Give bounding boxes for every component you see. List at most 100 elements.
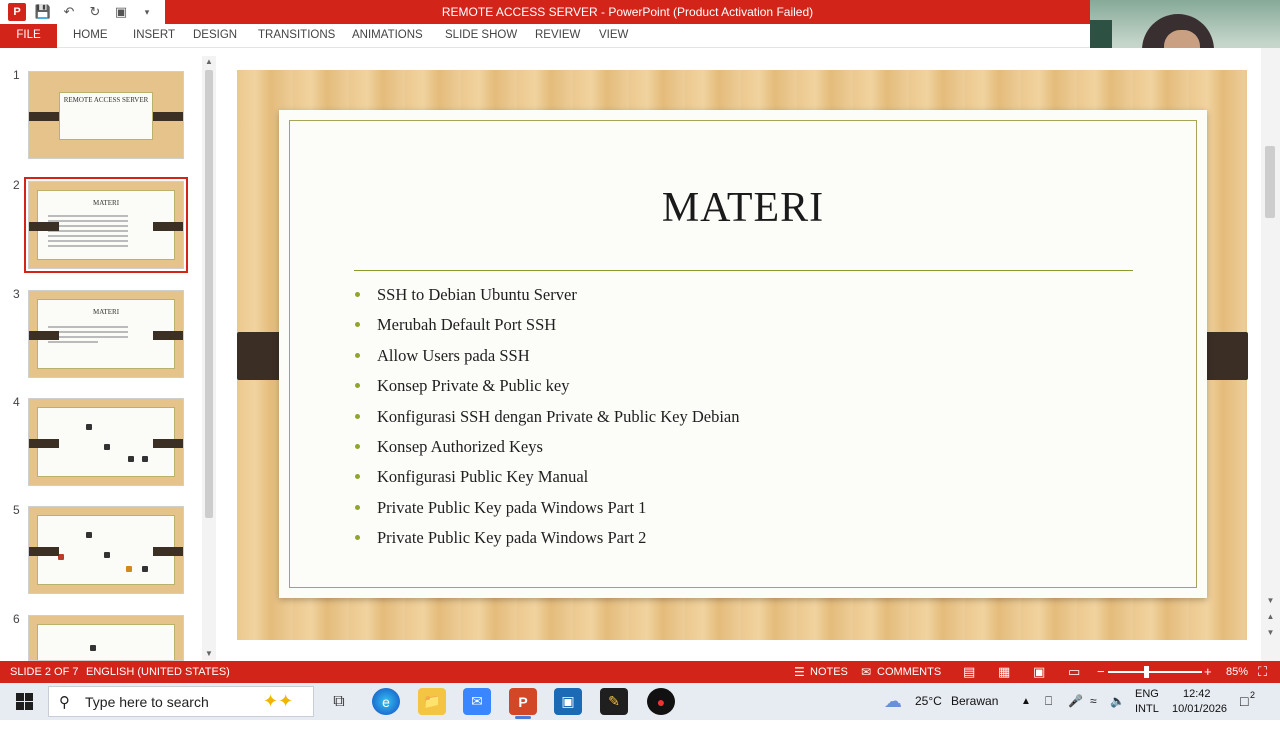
canvas-scrollbar[interactable]: ▼ ▲ ▼ [1261,48,1280,661]
task-view-icon[interactable]: ⧉ [325,688,353,715]
tab-insert[interactable]: INSERT [133,24,175,48]
thumbnail-frame [37,624,175,660]
zoom-in-button[interactable]: + [1204,661,1212,683]
thumbnail-text-lines [48,326,128,346]
zoom-slider-handle[interactable] [1144,666,1149,678]
thumbnail-number: 4 [13,395,20,409]
language-indicator[interactable]: ENGLISH (UNITED STATES) [86,661,230,683]
notes-icon[interactable]: ☰ [794,661,805,683]
thumbnail-server-icon [104,444,110,450]
slide-thumbnail-6[interactable] [28,615,184,661]
scroll-down-arrow-icon[interactable]: ▼ [202,648,216,660]
clock-date[interactable]: 10/01/2026 [1172,702,1227,739]
thumbnails-scroll-thumb[interactable] [205,70,213,518]
tab-slide-show[interactable]: SLIDE SHOW [445,24,517,48]
tray-chevron-icon[interactable]: ▲ [1021,683,1031,720]
bullet-item: Konsep Authorized Keys [354,432,739,462]
next-slide-icon[interactable]: ▼ [1264,626,1277,639]
weather-description[interactable]: Berawan [951,683,998,720]
thumbnail-band [153,112,183,121]
bullet-item: Konfigurasi Public Key Manual [354,462,739,492]
title-bar: P 💾 ↶ ↻ ▣ ▾ REMOTE ACCESS SERVER - Power… [0,0,1280,24]
windows-taskbar: ⚲ Type here to search ✦✦ ⧉ e 📁 ✉ P ▣ ✎ ●… [0,683,1280,720]
slide-title[interactable]: MATERI [279,184,1207,232]
recorder-app-icon[interactable]: ● [647,688,675,715]
thumbnail-number: 5 [13,503,20,517]
weather-temperature[interactable]: 25°C [915,683,942,720]
scroll-up-arrow-icon[interactable]: ▲ [202,56,216,68]
tab-animations[interactable]: ANIMATIONS [352,24,423,48]
virtualbox-icon[interactable]: ▣ [554,688,582,715]
undo-icon[interactable]: ↶ [60,3,78,21]
zoom-slider[interactable] [1108,671,1202,673]
fit-to-window-icon[interactable]: ⛶ [1258,661,1267,683]
tab-transitions[interactable]: TRANSITIONS [258,24,335,48]
thumbnail-band [153,439,183,448]
bullet-item: Private Public Key pada Windows Part 1 [354,493,739,523]
start-from-beginning-icon[interactable]: ▣ [112,3,130,21]
tray-network-adapter-icon[interactable]: ⎕ [1045,683,1052,720]
redo-icon[interactable]: ↻ [86,3,104,21]
tab-file[interactable]: FILE [0,24,57,48]
thumbnail-key-icon [126,566,132,572]
bullet-item: Konfigurasi SSH dengan Private & Public … [354,402,739,432]
reading-view-icon[interactable]: ▣ [1033,661,1045,683]
input-language-bottom[interactable]: INTL [1135,702,1159,739]
slide-thumbnails-panel: 1 REMOTE ACCESS SERVER 2 MATERI 3 MATERI… [0,48,218,661]
weather-icon[interactable]: ☁ [884,683,902,720]
slide-counter: SLIDE 2 OF 7 [10,666,79,678]
microphone-icon[interactable]: 🎤 [1068,683,1083,720]
customize-qat-icon[interactable]: ▾ [138,3,156,21]
volume-icon[interactable]: 🔈 [1110,683,1125,720]
taskbar-search-box[interactable]: ⚲ Type here to search ✦✦ [48,686,314,717]
notifications-icon[interactable]: □ [1240,683,1248,720]
zoom-out-button[interactable]: − [1097,661,1105,683]
slide-editing-canvas: MATERI SSH to Debian Ubuntu Server Merub… [219,48,1261,661]
search-icon: ⚲ [59,694,70,711]
thumbnail-server-icon [142,566,148,572]
slide-title-divider [354,270,1133,271]
thumbnail-band [29,331,59,340]
tab-review[interactable]: REVIEW [535,24,580,48]
edge-browser-icon[interactable]: e [372,688,400,715]
slide-thumbnail-1[interactable]: REMOTE ACCESS SERVER [28,71,184,159]
file-explorer-icon[interactable]: 📁 [418,688,446,715]
bullet-item: Allow Users pada SSH [354,341,739,371]
thumbnail-server-icon [128,456,134,462]
previous-slide-icon[interactable]: ▲ [1264,610,1277,623]
slide-thumbnail-3[interactable]: MATERI [28,290,184,378]
slide-thumbnail-5[interactable] [28,506,184,594]
wifi-icon[interactable]: ≈ [1090,683,1097,720]
comments-icon[interactable]: ✉ [861,661,871,683]
ribbon-tabs: FILE HOME INSERT DESIGN TRANSITIONS ANIM… [0,24,1280,48]
tab-view[interactable]: VIEW [599,24,628,48]
powerpoint-taskbar-icon[interactable]: P [509,688,537,719]
thumbnail-band [29,222,59,231]
slide-bullet-list[interactable]: SSH to Debian Ubuntu Server Merubah Defa… [354,280,739,554]
outlook-icon[interactable]: ✉ [463,688,491,715]
comments-button[interactable]: COMMENTS [877,661,941,683]
tab-design[interactable]: DESIGN [193,24,237,48]
thumbnails-scrollbar[interactable]: ▲ ▼ [202,56,216,660]
window-title: REMOTE ACCESS SERVER - PowerPoint (Produ… [441,5,814,19]
thumbnail-computer-icon [86,424,92,430]
thumbnail-band [153,222,183,231]
normal-view-icon[interactable]: ▤ [963,661,975,683]
slide-sorter-icon[interactable]: ▦ [998,661,1010,683]
thumbnail-band [153,547,183,556]
notification-count: 2 [1250,690,1256,700]
thumbnail-text-lines [48,215,128,250]
tab-home[interactable]: HOME [73,24,108,48]
scroll-down-arrow-icon[interactable]: ▼ [1264,594,1277,607]
slide-show-icon[interactable]: ▭ [1068,661,1080,683]
zoom-level[interactable]: 85% [1226,661,1248,683]
canvas-scroll-thumb[interactable] [1265,146,1275,218]
windows-start-icon[interactable] [16,693,33,710]
slide-thumbnail-4[interactable] [28,398,184,486]
thumbnail-computer-icon [90,645,96,651]
bullet-item: Private Public Key pada Windows Part 2 [354,523,739,553]
notes-app-icon[interactable]: ✎ [600,688,628,715]
save-icon[interactable]: 💾 [34,3,52,21]
slide-thumbnail-2[interactable]: MATERI [24,177,188,273]
notes-button[interactable]: NOTES [810,661,848,683]
